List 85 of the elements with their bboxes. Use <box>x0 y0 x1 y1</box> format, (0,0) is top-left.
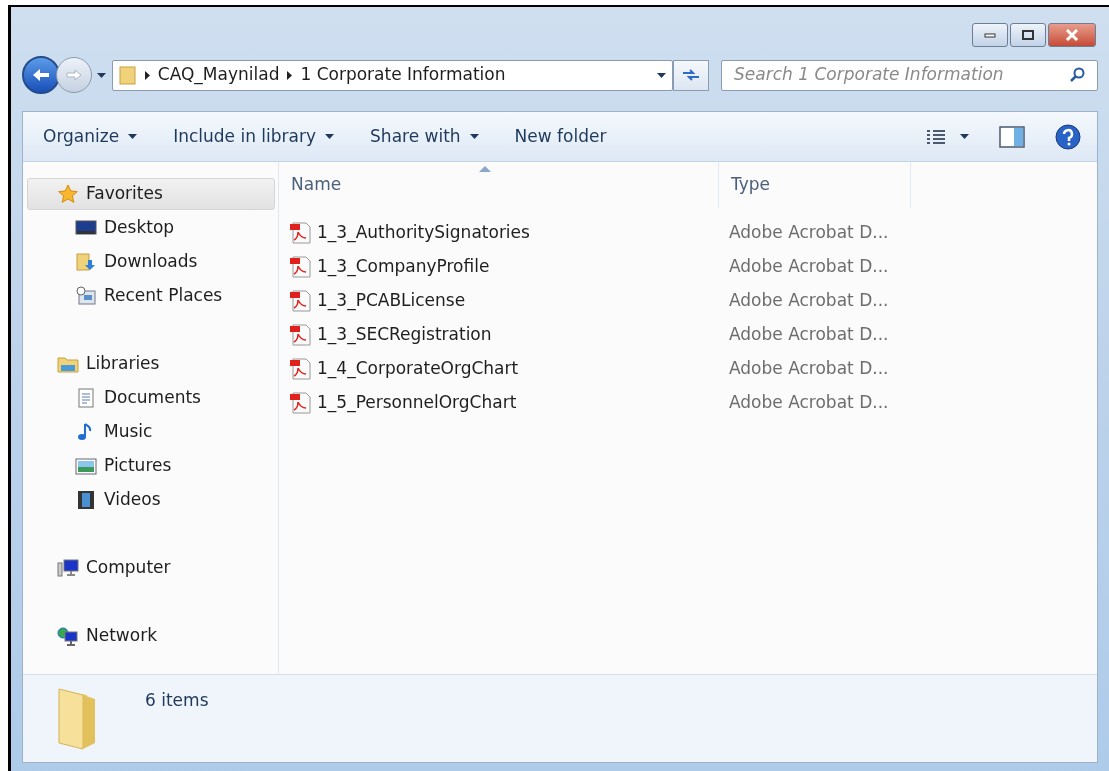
help-icon <box>1055 123 1081 150</box>
file-name: 1_3_AuthoritySignatories <box>317 221 530 245</box>
toolbar-button[interactable]: New folder <box>502 123 619 150</box>
file-name: 1_4_CorporateOrgChart <box>317 357 519 381</box>
sidebar-item[interactable]: Favorites <box>27 178 275 210</box>
caret-icon <box>97 72 107 78</box>
sidebar-item[interactable]: Recent Places <box>27 280 275 312</box>
library-folder-icon <box>57 354 79 374</box>
preview-pane-button[interactable] <box>999 125 1025 148</box>
document-icon <box>75 388 97 408</box>
caret-icon <box>128 134 138 139</box>
sidebar-item[interactable]: Downloads <box>27 246 275 278</box>
chevron-right-icon <box>144 70 150 80</box>
refresh-button[interactable] <box>673 59 710 91</box>
file-name: 1_3_CompanyProfile <box>317 255 490 279</box>
pdf-file-icon <box>289 222 313 244</box>
search-field[interactable]: Search 1 Corporate Information <box>721 59 1098 91</box>
forward-button[interactable] <box>55 57 92 93</box>
refresh-icon <box>681 67 702 83</box>
help-button[interactable] <box>1055 123 1081 150</box>
toolbar-button[interactable]: Include in library <box>161 123 347 150</box>
breadcrumb[interactable]: 1 Corporate Information <box>300 62 506 88</box>
folder-icon <box>118 65 137 85</box>
picture-icon <box>75 456 97 476</box>
file-name-cell[interactable]: 1_4_CorporateOrgChart <box>279 356 719 382</box>
caret-icon <box>657 72 667 78</box>
sidebar-item[interactable]: Computer <box>27 552 275 584</box>
maximize-icon <box>1022 30 1034 40</box>
pdf-file-icon <box>289 256 313 278</box>
caret-icon <box>960 134 969 139</box>
sidebar-item[interactable]: Documents <box>27 382 275 414</box>
file-name-cell[interactable]: 1_5_PersonnelOrgChart <box>279 390 719 416</box>
back-button[interactable] <box>22 56 60 94</box>
sort-up-icon <box>479 166 491 172</box>
file-name-cell[interactable]: 1_3_AuthoritySignatories <box>279 220 719 246</box>
minimize-button[interactable] <box>972 23 1008 47</box>
file-type: Adobe Acrobat D... <box>728 221 889 245</box>
recent-places-icon <box>75 286 97 306</box>
breadcrumb[interactable]: CAQ_Maynilad <box>157 62 280 88</box>
file-name-cell[interactable]: 1_3_CompanyProfile <box>279 254 719 280</box>
sidebar-item[interactable]: Pictures <box>27 450 275 482</box>
star-icon <box>57 184 79 204</box>
monitor-icon <box>75 218 97 238</box>
file-name: 1_5_PersonnelOrgChart <box>317 391 517 415</box>
column-header[interactable]: Name <box>279 162 719 208</box>
list-view-icon <box>926 128 946 145</box>
search-icon <box>1069 67 1085 83</box>
file-type: Adobe Acrobat D... <box>728 255 889 279</box>
minimize-icon <box>984 32 996 38</box>
item-count: 6 items <box>145 689 209 712</box>
sidebar-item[interactable]: Desktop <box>27 212 275 244</box>
sidebar-item[interactable]: Music <box>27 416 275 448</box>
chevron-right-icon <box>287 70 293 80</box>
pdf-file-icon <box>289 324 313 346</box>
toolbar-button[interactable]: Share with <box>358 123 491 150</box>
close-icon <box>1065 29 1079 41</box>
file-name: 1_3_PCABLicense <box>317 289 466 313</box>
maximize-button[interactable] <box>1010 23 1046 47</box>
right-arrow-icon <box>64 68 83 82</box>
preview-pane-icon <box>999 125 1025 148</box>
file-type: Adobe Acrobat D... <box>728 323 889 347</box>
sidebar-item[interactable]: Videos <box>27 484 275 516</box>
sidebar-item[interactable]: Network <box>27 620 275 652</box>
file-name-cell[interactable]: 1_3_SECRegistration <box>279 322 719 348</box>
close-button[interactable] <box>1048 23 1096 47</box>
view-options-button[interactable] <box>926 128 969 145</box>
caret-icon <box>469 134 479 139</box>
file-type: Adobe Acrobat D... <box>728 391 889 415</box>
file-type: Adobe Acrobat D... <box>728 357 889 381</box>
computer-icon <box>57 558 79 578</box>
file-type: Adobe Acrobat D... <box>728 289 889 313</box>
pdf-file-icon <box>289 358 313 380</box>
film-strip-icon <box>75 490 97 510</box>
pdf-file-icon <box>289 290 313 312</box>
toolbar-button[interactable]: Organize <box>31 123 150 150</box>
column-header[interactable]: Type <box>719 162 911 208</box>
sidebar-item[interactable]: Libraries <box>27 348 275 380</box>
address-bar[interactable]: CAQ_Maynilad 1 Corporate Information <box>111 59 674 91</box>
network-icon <box>57 626 79 646</box>
folder-download-icon <box>75 252 97 272</box>
file-name: 1_3_SECRegistration <box>317 323 492 347</box>
caret-icon <box>325 134 335 139</box>
pdf-file-icon <box>289 392 313 414</box>
file-name-cell[interactable]: 1_3_PCABLicense <box>279 288 719 314</box>
history-dropdown-button[interactable] <box>95 72 108 78</box>
